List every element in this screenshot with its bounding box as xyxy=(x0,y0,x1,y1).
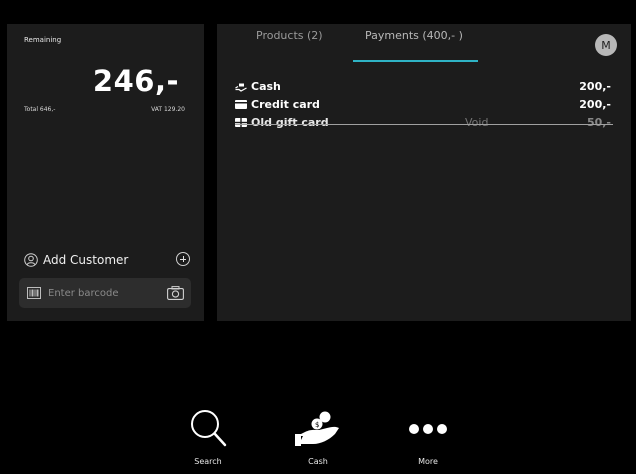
svg-text:$: $ xyxy=(315,421,319,429)
vat-amount: VAT 129.20 xyxy=(151,106,185,113)
remaining-label: Remaining xyxy=(24,36,62,44)
payment-row-cash[interactable]: Cash 200,- xyxy=(235,79,613,97)
payment-row-gift-card[interactable]: Old gift card Void 50,- xyxy=(235,115,613,133)
add-customer-row[interactable]: Add Customer xyxy=(24,251,190,269)
payment-amount: 200,- xyxy=(579,98,611,111)
avatar[interactable]: M xyxy=(595,34,617,56)
payment-amount: 50,- xyxy=(586,116,611,129)
camera-icon[interactable] xyxy=(167,286,184,300)
nav-search-label: Search xyxy=(194,457,222,466)
add-customer-plus-icon[interactable] xyxy=(176,252,190,266)
barcode-input[interactable] xyxy=(46,286,160,300)
nav-more-label: More xyxy=(418,457,438,466)
tab-products[interactable]: Products (2) xyxy=(256,29,323,42)
user-icon xyxy=(24,253,38,267)
total-amount: Total 646,- xyxy=(24,106,56,113)
barcode-icon xyxy=(27,287,41,299)
payment-name: Credit card xyxy=(251,98,320,111)
gift-card-icon xyxy=(235,118,247,127)
cash-hand-icon: $ xyxy=(295,411,339,446)
tab-payments[interactable]: Payments (400,- ) xyxy=(365,29,463,42)
payment-name: Cash xyxy=(251,80,281,93)
payment-row-credit-card[interactable]: Credit card 200,- xyxy=(235,97,613,115)
strikethrough-line xyxy=(235,124,613,125)
cash-icon xyxy=(235,83,247,92)
summary-panel: Remaining 246,- Total 646,- VAT 129.20 A… xyxy=(7,24,204,321)
remaining-amount: 246,- xyxy=(92,64,179,98)
barcode-field[interactable] xyxy=(19,278,191,308)
nav-cash-label: Cash xyxy=(308,457,328,466)
payments-panel: Products (2) Payments (400,- ) M Cash 20… xyxy=(217,24,631,321)
payment-name: Old gift card xyxy=(251,116,329,129)
search-icon xyxy=(191,410,227,447)
more-icon xyxy=(409,424,447,434)
add-customer-label: Add Customer xyxy=(43,253,129,267)
payment-amount: 200,- xyxy=(579,80,611,93)
active-tab-indicator xyxy=(353,60,478,62)
void-status: Void xyxy=(465,116,489,129)
credit-card-icon xyxy=(235,100,247,109)
